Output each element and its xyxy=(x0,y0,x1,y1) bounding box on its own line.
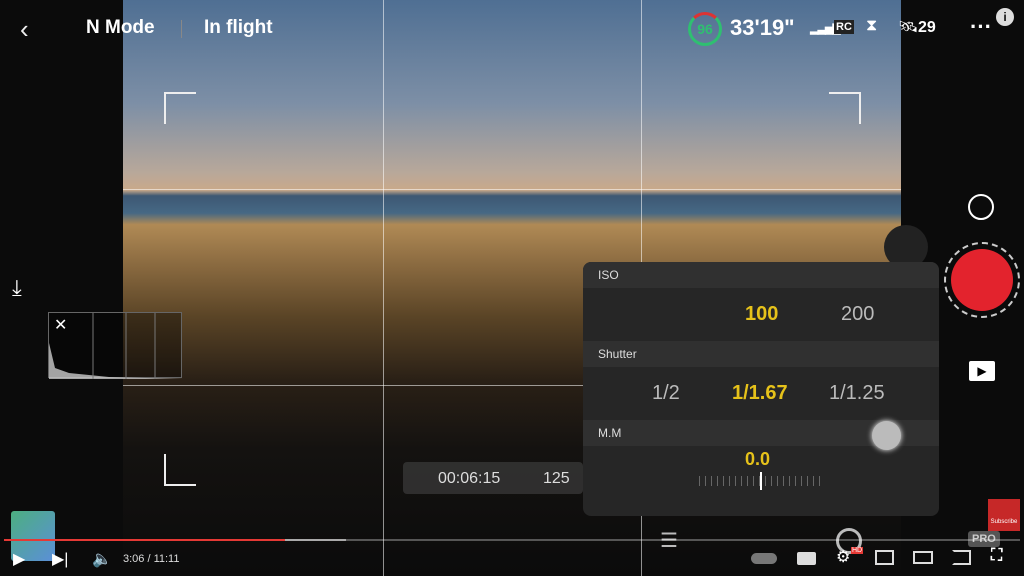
cast-icon[interactable] xyxy=(952,550,971,565)
satellite-icon: 🛰 xyxy=(898,19,919,36)
timer-icon[interactable] xyxy=(968,194,994,220)
rc-label: RC xyxy=(834,20,854,34)
volume-icon[interactable]: 🔈 xyxy=(92,549,112,569)
close-icon[interactable]: ✕ xyxy=(54,315,67,335)
focus-corner xyxy=(164,454,196,486)
histogram-graph xyxy=(49,313,183,379)
video-time: 3:06 / 11:11 xyxy=(123,553,180,565)
recording-time: 00:06:15 xyxy=(438,470,501,487)
ev-indicator xyxy=(760,472,762,490)
ev-slider[interactable]: 0.0 xyxy=(583,446,939,499)
subscribe-label: Subscribe xyxy=(990,519,1018,525)
histogram[interactable]: ✕ xyxy=(48,312,183,379)
back-icon[interactable]: ‹ xyxy=(20,14,29,45)
playback-icon[interactable]: ▶ xyxy=(969,361,995,381)
recording-info: 00:06:15 125 xyxy=(403,462,583,494)
record-button[interactable] xyxy=(951,249,1013,311)
iso-option[interactable]: 100 xyxy=(745,303,778,326)
flight-status: In flight xyxy=(204,17,273,38)
flight-mode[interactable]: N Mode xyxy=(86,17,155,39)
satellite-count: 29 xyxy=(918,19,936,36)
shutter-label: Shutter xyxy=(583,341,939,367)
frame-count: 125 xyxy=(543,470,570,487)
iso-label: ISO xyxy=(583,262,939,288)
battery-percent: 96 xyxy=(697,21,713,37)
battery-indicator[interactable]: 96 xyxy=(688,12,722,46)
divider xyxy=(181,20,182,38)
grid-line xyxy=(383,0,384,576)
iso-selector[interactable]: 100 200 xyxy=(583,288,939,341)
hd-badge: HD xyxy=(851,547,864,554)
grid-line xyxy=(123,189,901,190)
transmission-icon: ⧗ xyxy=(866,17,878,34)
played-bar xyxy=(4,539,286,541)
ev-scale xyxy=(699,476,825,486)
assistive-touch[interactable] xyxy=(872,421,901,450)
progress-bar[interactable] xyxy=(4,539,1020,541)
shutter-selector[interactable]: 1/2 1/1.67 1/1.25 xyxy=(583,367,939,420)
focus-corner xyxy=(164,92,196,124)
theater-mode-icon[interactable] xyxy=(913,551,933,564)
miniplayer-icon[interactable] xyxy=(875,550,894,565)
ev-value: 0.0 xyxy=(745,449,771,469)
shutter-option[interactable]: 1/2 xyxy=(652,382,680,405)
info-icon[interactable]: i xyxy=(996,8,1014,26)
fullscreen-icon[interactable]: ⛶ xyxy=(991,547,1002,565)
captions-icon[interactable] xyxy=(797,552,816,565)
subscribe-button[interactable]: Subscribe xyxy=(988,499,1020,531)
shutter-option[interactable]: 1/1.25 xyxy=(829,382,885,405)
exposure-panel: ISO 100 200 Shutter 1/2 1/1.67 1/1.25 M.… xyxy=(583,262,939,516)
settings-icon[interactable]: ⚙ xyxy=(836,547,850,567)
return-home-icon[interactable]: ⤓ xyxy=(12,275,22,301)
iso-option[interactable]: 200 xyxy=(841,303,874,326)
shutter-option[interactable]: 1/1.67 xyxy=(732,382,788,405)
focus-corner xyxy=(829,92,861,124)
more-icon[interactable]: ··· xyxy=(970,14,992,40)
next-icon[interactable]: ▶| xyxy=(52,549,68,569)
flight-time: 33'19" xyxy=(730,15,795,40)
autoplay-toggle[interactable] xyxy=(751,553,777,564)
play-icon[interactable]: ▶ xyxy=(13,549,25,569)
